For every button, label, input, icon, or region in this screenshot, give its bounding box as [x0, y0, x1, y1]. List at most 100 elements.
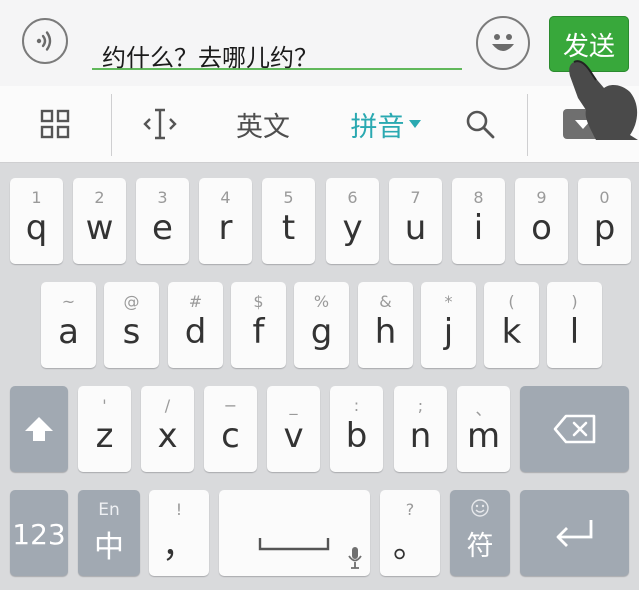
hide-keyboard-icon — [563, 109, 603, 139]
key-label: n — [409, 416, 432, 456]
key-label: f — [252, 312, 265, 352]
key-hint: 0 — [599, 188, 610, 207]
key-label: i — [473, 208, 484, 248]
key-e[interactable]: 3e — [136, 178, 189, 264]
key-z[interactable]: ' z — [78, 386, 131, 472]
shift-key[interactable] — [10, 386, 68, 472]
smiley-icon — [492, 34, 514, 51]
key-hint: 6 — [347, 188, 358, 207]
key-label: h — [374, 312, 397, 352]
toolbar-divider — [527, 94, 528, 156]
search-button[interactable] — [452, 86, 508, 162]
shift-icon — [25, 417, 53, 441]
key-label: x — [157, 416, 178, 456]
message-input[interactable]: 约什么？去哪儿约？ — [92, 20, 462, 72]
key-hint: ~ — [61, 292, 76, 311]
period-key-hint: ? — [405, 500, 415, 519]
space-bar-icon — [258, 538, 330, 551]
key-hint: 3 — [157, 188, 168, 207]
key-v[interactable]: _ v — [267, 386, 320, 472]
key-label: g — [310, 312, 333, 352]
language-switch-label: 中 — [94, 530, 124, 565]
key-x[interactable]: / x — [141, 386, 194, 472]
key-t[interactable]: 5t — [262, 178, 315, 264]
period-key[interactable]: ? 。 — [380, 490, 440, 576]
voice-input-button[interactable] — [22, 18, 68, 64]
key-label: u — [404, 208, 427, 248]
key-hint: 4 — [220, 188, 231, 207]
key-b[interactable]: :b — [330, 386, 383, 472]
key-label: v — [283, 416, 304, 456]
send-label: 发送 — [562, 31, 615, 62]
key-n[interactable]: ; n — [394, 386, 447, 472]
space-key[interactable] — [219, 490, 370, 576]
english-label: 英文 — [236, 111, 290, 143]
key-q[interactable]: 1q — [10, 178, 63, 264]
key-hint: $ — [253, 292, 264, 311]
key-label: w — [85, 208, 114, 248]
number-mode-key[interactable]: 123 — [10, 490, 68, 576]
key-d[interactable]: # d — [168, 282, 223, 368]
key-label: o — [531, 208, 552, 248]
key-label: r — [218, 208, 233, 248]
key-label: a — [58, 312, 79, 352]
key-hint: % — [313, 292, 330, 311]
pinyin-mode-button[interactable]: 拼音 — [336, 86, 436, 162]
key-u[interactable]: 7u — [389, 178, 442, 264]
key-hint: : — [353, 396, 360, 415]
key-m[interactable]: 、 m — [457, 386, 510, 472]
key-label: k — [501, 312, 522, 352]
smiley-small-icon — [471, 499, 489, 517]
key-j[interactable]: * j — [421, 282, 476, 368]
enter-key[interactable] — [520, 490, 629, 576]
microphone-icon — [348, 547, 362, 569]
key-hint: 9 — [536, 188, 547, 207]
hide-keyboard-button[interactable] — [548, 86, 618, 162]
backspace-key[interactable] — [520, 386, 629, 472]
key-h[interactable]: & h — [358, 282, 413, 368]
key-g[interactable]: % g — [294, 282, 349, 368]
key-label: j — [443, 312, 454, 352]
comma-key-hint: ! — [175, 500, 183, 519]
period-key-label: 。 — [393, 526, 427, 566]
key-hint: 5 — [283, 188, 294, 207]
key-hint: 7 — [410, 188, 421, 207]
key-hint: 2 — [94, 188, 105, 207]
backspace-icon — [553, 414, 596, 444]
key-r[interactable]: 4r — [199, 178, 252, 264]
key-p[interactable]: 0p — [578, 178, 631, 264]
cursor-move-button[interactable] — [130, 86, 190, 162]
key-y[interactable]: 6y — [326, 178, 379, 264]
key-i[interactable]: 8i — [452, 178, 505, 264]
search-icon — [466, 110, 495, 139]
key-label: t — [281, 208, 296, 248]
toolbar-divider — [111, 94, 112, 156]
key-f[interactable]: $ f — [231, 282, 286, 368]
voice-icon — [36, 31, 52, 51]
dropdown-triangle-icon — [408, 120, 421, 128]
key-s[interactable]: @ s — [104, 282, 159, 368]
comma-key[interactable]: ! ， — [149, 490, 209, 576]
symbol-key[interactable]: 符 — [450, 490, 510, 576]
comma-key-label: ， — [162, 526, 196, 566]
send-button[interactable]: 发送 — [549, 16, 629, 72]
key-l[interactable]: ) l — [547, 282, 602, 368]
emoji-button[interactable] — [476, 16, 530, 70]
key-hint: / — [164, 396, 171, 415]
key-hint: ) — [571, 292, 578, 311]
key-w[interactable]: 2w — [73, 178, 126, 264]
key-hint: * — [444, 292, 453, 311]
key-label: c — [221, 416, 240, 456]
key-a[interactable]: ~ a — [41, 282, 96, 368]
key-label: q — [25, 208, 48, 248]
key-k[interactable]: (k — [484, 282, 539, 368]
key-o[interactable]: 9o — [515, 178, 568, 264]
english-mode-button[interactable]: 英文 — [218, 86, 308, 162]
key-c[interactable]: − c — [204, 386, 257, 472]
menu-grid-button[interactable] — [20, 86, 90, 162]
language-switch-key[interactable]: En 中 — [78, 490, 140, 576]
key-label: y — [342, 208, 363, 248]
key-hint: @ — [123, 292, 140, 311]
language-switch-hint: En — [98, 500, 120, 520]
symbol-key-label: 符 — [466, 531, 494, 562]
